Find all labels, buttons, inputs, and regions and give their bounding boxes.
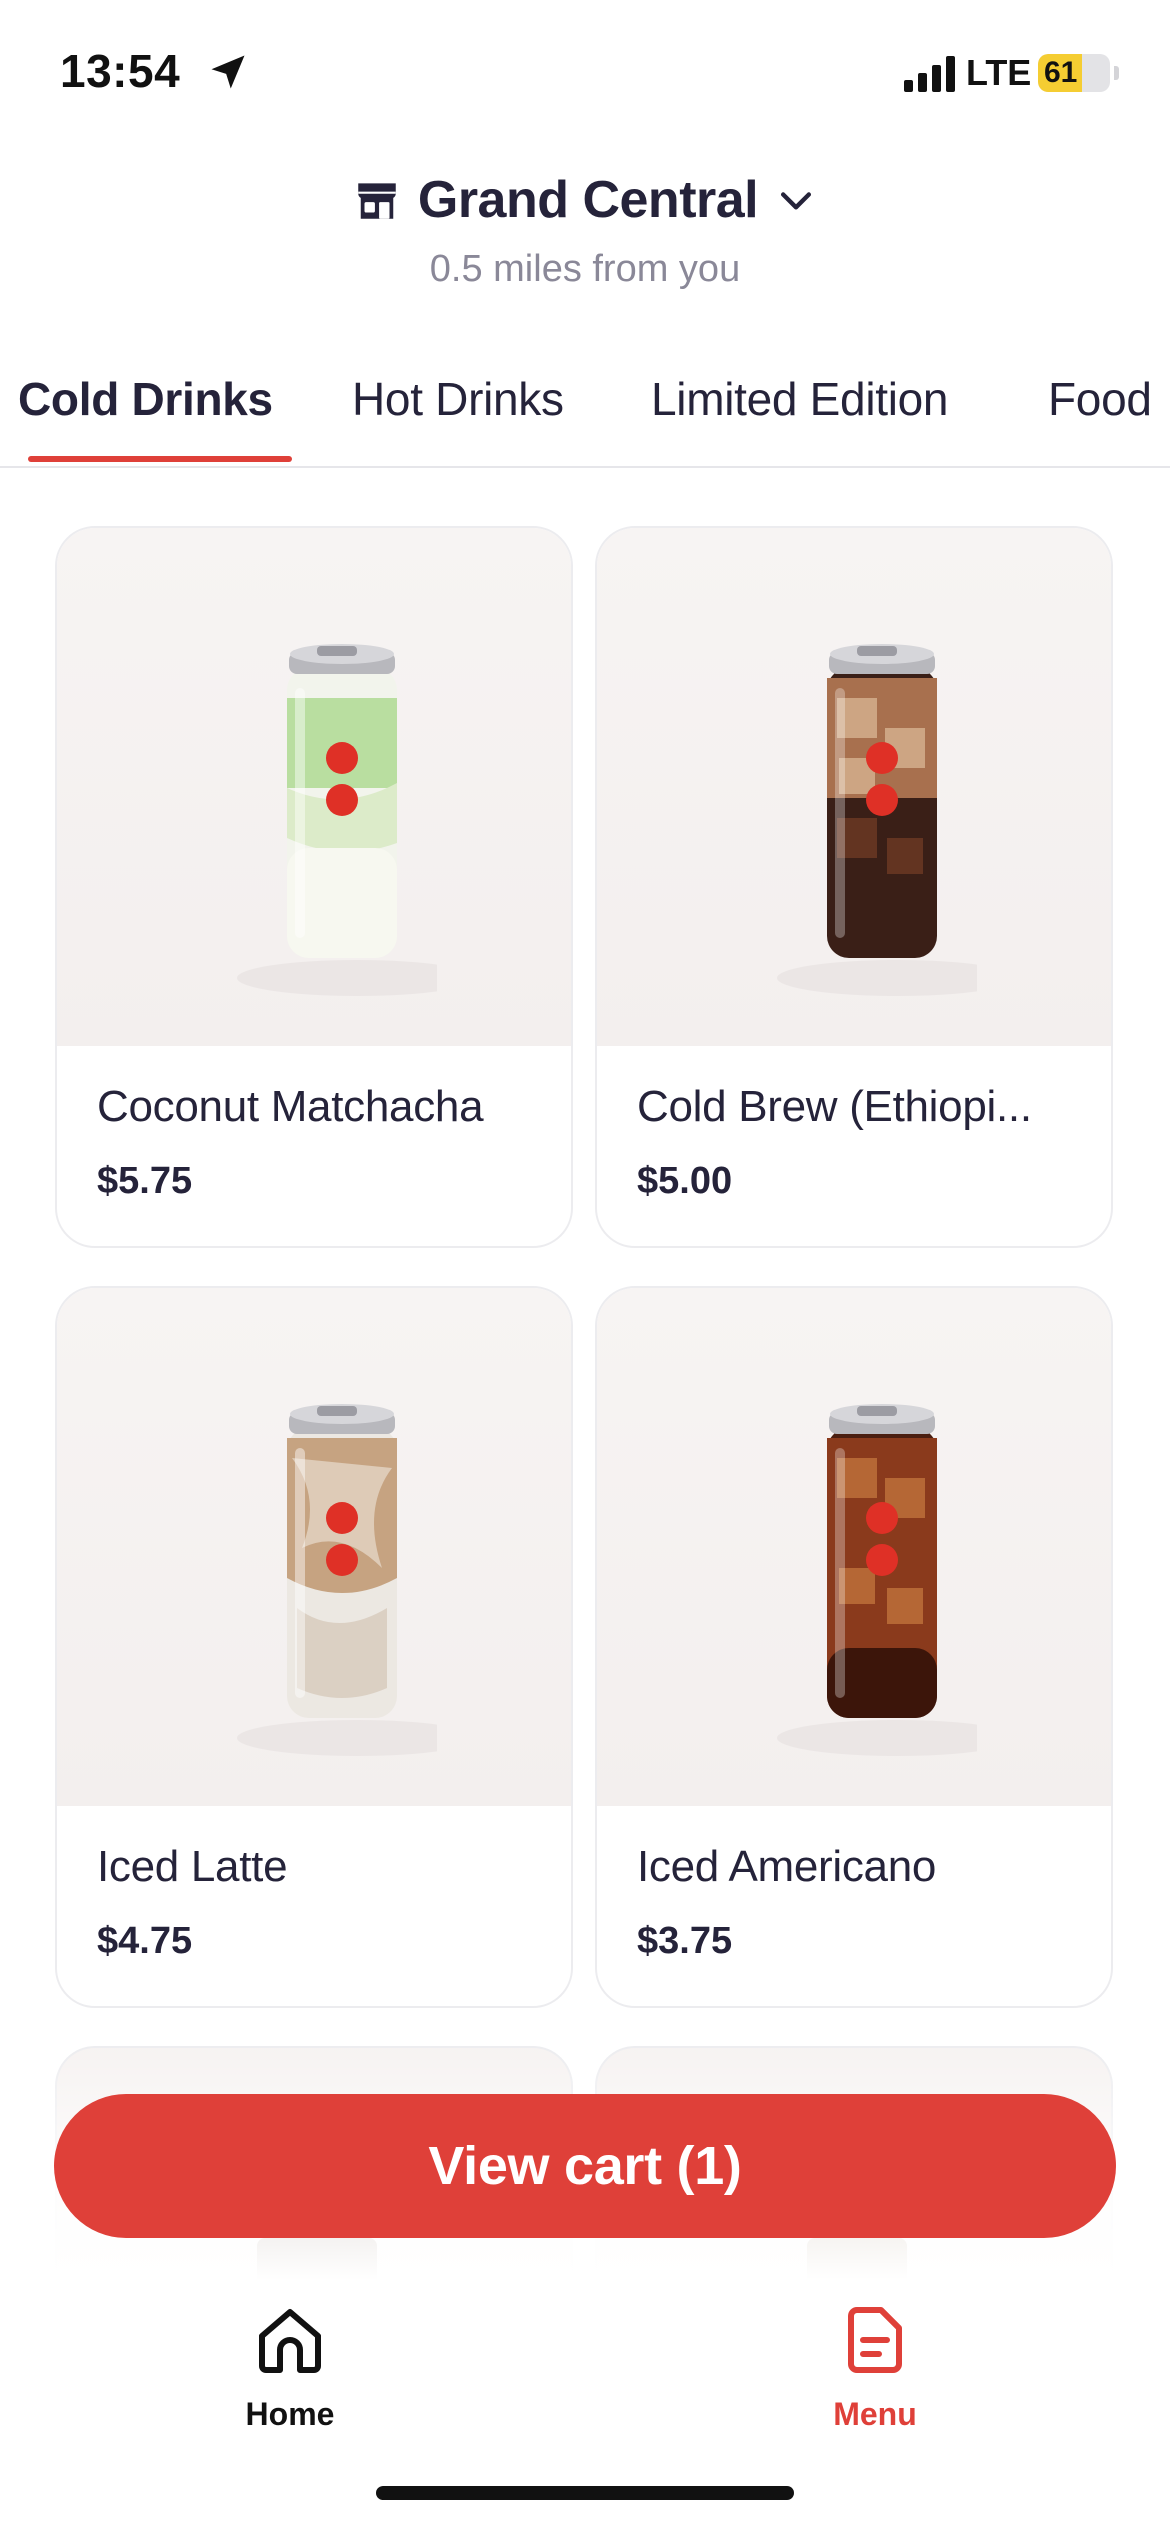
location-arrow-icon (211, 55, 245, 89)
tab-food[interactable]: Food (1048, 372, 1152, 426)
nav-item-menu[interactable]: Menu (755, 2300, 995, 2433)
product-image (57, 1288, 571, 1806)
drink-can-image (777, 1404, 977, 1756)
product-image (57, 528, 571, 1046)
product-name: Cold Brew (Ethiopi... (637, 1082, 1032, 1131)
product-price: $4.75 (97, 1920, 193, 1962)
store-distance: 0.5 miles from you (429, 248, 741, 290)
product-name: Iced Latte (97, 1842, 288, 1891)
product-price: $3.75 (637, 1920, 733, 1962)
store-header: Grand Central 0.5 miles from you (0, 170, 1170, 291)
home-icon (259, 2309, 321, 2373)
product-card[interactable]: Cold Brew (Ethiopi... $5.00 (595, 526, 1113, 1248)
battery-icon: 61 (1038, 54, 1110, 92)
active-tab-indicator (28, 456, 292, 462)
nav-label-menu: Menu (833, 2396, 917, 2432)
tab-hot-drinks[interactable]: Hot Drinks (352, 372, 564, 426)
product-name: Coconut Matchacha (97, 1082, 484, 1131)
store-selector[interactable]: Grand Central (352, 170, 818, 230)
network-type: LTE (966, 52, 1032, 93)
status-time: 13:54 (60, 45, 181, 97)
home-indicator (376, 2486, 794, 2500)
cellular-signal-icon (904, 56, 955, 92)
nav-label-home: Home (245, 2396, 335, 2432)
store-icon (358, 183, 396, 219)
product-price: $5.75 (97, 1160, 193, 1202)
product-card[interactable]: Iced Latte $4.75 (55, 1286, 573, 2008)
product-image (597, 528, 1111, 1046)
menu-document-icon (848, 2307, 902, 2373)
view-cart-button[interactable]: View cart (1) (54, 2094, 1116, 2238)
category-tabs: Cold Drinks Hot Drinks Limited Edition F… (0, 360, 1170, 468)
tab-cold-drinks[interactable]: Cold Drinks (18, 372, 273, 426)
product-name: Iced Americano (637, 1842, 937, 1891)
tab-limited-edition[interactable]: Limited Edition (651, 372, 949, 426)
drink-can-image (237, 644, 437, 996)
product-price: $5.00 (637, 1160, 733, 1202)
battery-cap (1114, 66, 1119, 80)
store-name[interactable]: Grand Central (418, 170, 759, 230)
drink-can-image (777, 644, 977, 996)
status-bar: 13:54 LTE 61 (0, 0, 1170, 140)
product-image (597, 1288, 1111, 1806)
product-card[interactable]: Coconut Matchacha $5.75 (55, 526, 573, 1248)
chevron-down-icon[interactable] (774, 178, 818, 222)
drink-can-image (237, 1404, 437, 1756)
product-card[interactable]: Iced Americano $3.75 (595, 1286, 1113, 2008)
battery-level: 61 (1044, 56, 1078, 89)
nav-item-home[interactable]: Home (170, 2300, 410, 2433)
